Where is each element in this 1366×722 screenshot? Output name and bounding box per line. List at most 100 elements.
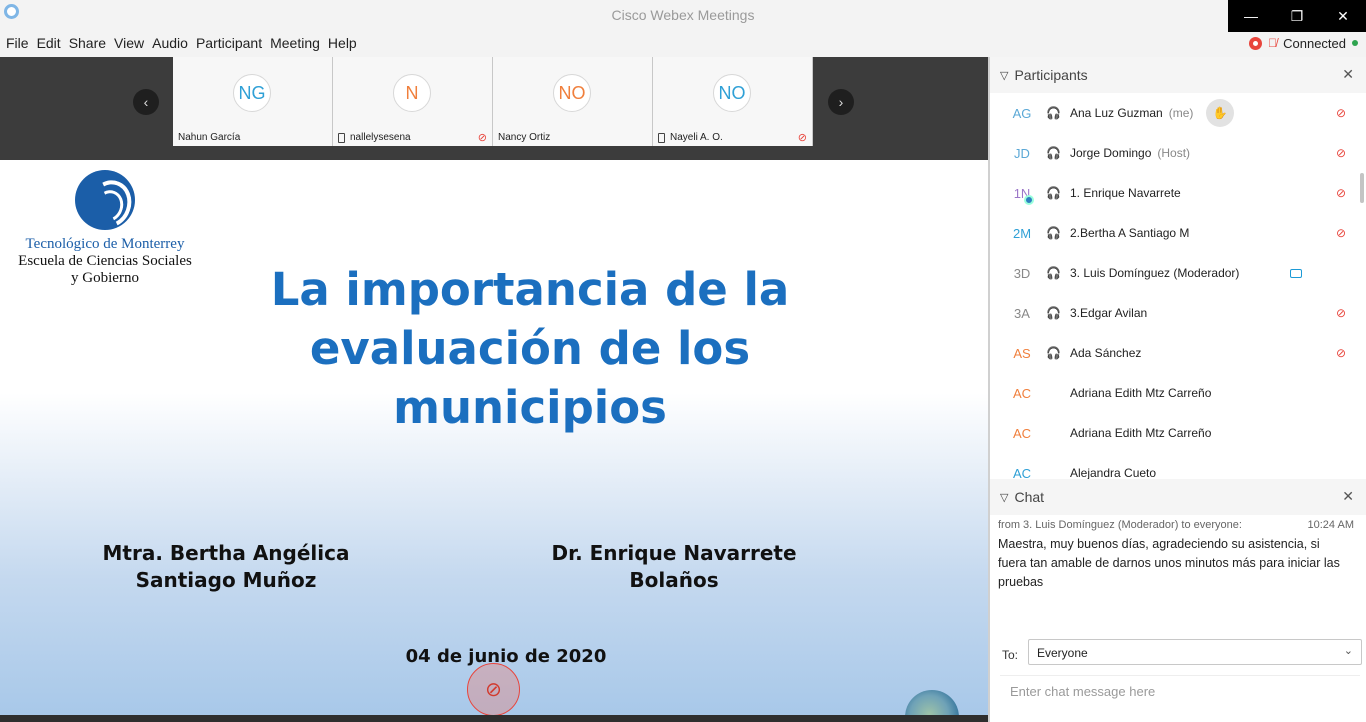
chat-message: Maestra, muy buenos días, agradeciendo s… bbox=[998, 537, 1340, 589]
participant-name: 3.Edgar Avilan bbox=[1070, 306, 1148, 320]
participant-name: 3. Luis Domínguez (Moderador) bbox=[1070, 266, 1240, 280]
author-2: Dr. Enrique Navarrete Bolaños bbox=[494, 540, 854, 594]
thumb-name-wrap: Nahun García bbox=[178, 132, 240, 143]
mic-muted-icon[interactable]: ⊘ bbox=[1336, 226, 1346, 240]
name-text: Jorge Domingo bbox=[1070, 146, 1152, 160]
menu-edit[interactable]: Edit bbox=[33, 32, 65, 54]
webex-window: Cisco Webex Meetings — ❐ ✕ File Edit Sha… bbox=[0, 0, 1366, 722]
headset-icon: 🎧 bbox=[1046, 346, 1061, 360]
participant-row[interactable]: AC Adriana Edith Mtz Carreño bbox=[990, 373, 1366, 413]
title-line1: La importancia de la bbox=[270, 263, 790, 316]
participant-row[interactable]: 3D 🎧 3. Luis Domínguez (Moderador) bbox=[990, 253, 1366, 293]
participant-name: Ana Luz Guzman (me) bbox=[1070, 106, 1193, 120]
video-thumb-2[interactable]: NO Nancy Ortiz bbox=[493, 57, 653, 146]
close-icon[interactable]: ✕ bbox=[1342, 488, 1354, 505]
menu-participant[interactable]: Participant bbox=[192, 32, 266, 54]
mic-muted-icon[interactable]: ⊘ bbox=[1336, 106, 1346, 120]
menu-meeting[interactable]: Meeting bbox=[266, 32, 324, 54]
chat-input[interactable]: Enter chat message here bbox=[1000, 675, 1360, 715]
chat-to-label: To: bbox=[1002, 648, 1019, 662]
headset-icon: 🎧 bbox=[1046, 186, 1061, 200]
menu-view[interactable]: View bbox=[110, 32, 148, 54]
avatar: AG bbox=[1012, 105, 1032, 121]
participant-row[interactable]: AG 🎧 Ana Luz Guzman (me) ✋ ⊘ bbox=[990, 93, 1366, 133]
logo-line2: Escuela de Ciencias Sociales bbox=[18, 253, 192, 269]
strip-next-button[interactable]: › bbox=[828, 89, 854, 115]
participants-header[interactable]: ▽ Participants ✕ bbox=[990, 57, 1366, 93]
participants-scrollbar[interactable] bbox=[1360, 173, 1364, 203]
title-line3: municipios bbox=[393, 381, 667, 434]
title-line2: evaluación de los bbox=[309, 322, 751, 375]
close-icon[interactable]: ✕ bbox=[1342, 66, 1354, 83]
chevron-down-icon[interactable]: ▽ bbox=[1000, 69, 1008, 82]
name-text: Ana Luz Guzman bbox=[1070, 106, 1163, 120]
author-1: Mtra. Bertha Angélica Santiago Muñoz bbox=[46, 540, 406, 594]
video-thumb-1[interactable]: N nallelysesena ⊘ bbox=[333, 57, 493, 146]
participant-row[interactable]: AS 🎧 Ada Sánchez ⊘ bbox=[990, 333, 1366, 373]
slide-bottom-bar bbox=[0, 715, 988, 722]
participant-row[interactable]: AC Alejandra Cueto bbox=[990, 453, 1366, 480]
logo-line3: y Gobierno bbox=[71, 270, 139, 286]
participants-title: Participants bbox=[1014, 67, 1088, 83]
tec-logo: Tecnológico de Monterrey Escuela de Cien… bbox=[10, 170, 200, 287]
participants-list: AG 🎧 Ana Luz Guzman (me) ✋ ⊘ JD 🎧 Jorge D… bbox=[990, 93, 1366, 479]
chevron-down-icon[interactable]: ▽ bbox=[1000, 491, 1008, 504]
chat-message-meta: from 3. Luis Domínguez (Moderador) to ev… bbox=[998, 519, 1354, 531]
thumb-name: Nancy Ortiz bbox=[498, 132, 551, 143]
thumb-avatar: NO bbox=[713, 74, 751, 112]
participant-name: Ada Sánchez bbox=[1070, 346, 1142, 360]
raise-hand-button[interactable]: ✋ bbox=[1206, 99, 1234, 127]
mic-muted-icon: ⊘ bbox=[477, 132, 487, 144]
chat-header[interactable]: ▽ Chat ✕ bbox=[990, 479, 1366, 515]
floating-mute-button[interactable]: ⊘ bbox=[467, 663, 520, 715]
minimize-button[interactable]: — bbox=[1228, 0, 1274, 32]
menu-audio[interactable]: Audio bbox=[148, 32, 192, 54]
mic-muted-icon: 🎙̸ bbox=[1268, 36, 1278, 50]
window-title: Cisco Webex Meetings bbox=[611, 7, 755, 23]
menu-file[interactable]: File bbox=[2, 32, 33, 54]
meeting-stage: ‹ › NG Nahun García N nallelysesena ⊘ NO… bbox=[0, 57, 988, 722]
slide-date: 04 de junio de 2020 bbox=[405, 646, 607, 667]
chat-time: 10:24 AM bbox=[1307, 519, 1354, 531]
participant-row[interactable]: 3A 🎧 3.Edgar Avilan ⊘ bbox=[990, 293, 1366, 333]
strip-prev-button[interactable]: ‹ bbox=[133, 89, 159, 115]
recording-icon[interactable] bbox=[1249, 36, 1263, 50]
participant-row[interactable]: 1N 🎧 1. Enrique Navarrete ⊘ bbox=[990, 173, 1366, 213]
chat-sender: from 3. Luis Domínguez (Moderador) to ev… bbox=[998, 519, 1242, 531]
chat-recipient-select[interactable]: Everyone ⌄ bbox=[1028, 639, 1362, 665]
avatar: 3A bbox=[1014, 305, 1030, 321]
mic-muted-icon[interactable]: ⊘ bbox=[1336, 186, 1346, 200]
thumb-name: Nahun García bbox=[178, 132, 241, 143]
author1-line2: Santiago Muñoz bbox=[135, 568, 317, 592]
restore-button[interactable]: ❐ bbox=[1274, 0, 1320, 32]
self-video-preview[interactable] bbox=[905, 690, 959, 715]
avatar: AC bbox=[1012, 385, 1032, 401]
phone-icon bbox=[338, 132, 345, 143]
role-text: (Host) bbox=[1157, 146, 1191, 160]
side-panels: ▽ Participants ✕ AG 🎧 Ana Luz Guzman (me)… bbox=[988, 57, 1366, 722]
participant-row[interactable]: JD 🎧 Jorge Domingo (Host) ⊘ bbox=[990, 133, 1366, 173]
logo-line1: Tecnológico de Monterrey bbox=[25, 236, 185, 252]
author2-line1: Dr. Enrique Navarrete bbox=[551, 541, 797, 565]
mic-muted-icon[interactable]: ⊘ bbox=[1336, 306, 1346, 320]
phone-icon bbox=[658, 132, 665, 143]
participant-name: Adriana Edith Mtz Carreño bbox=[1070, 426, 1212, 440]
participant-name: 2.Bertha A Santiago M bbox=[1070, 226, 1190, 240]
thumb-name-wrap: nallelysesena bbox=[338, 132, 411, 143]
video-thumb-0[interactable]: NG Nahun García bbox=[173, 57, 333, 146]
close-button[interactable]: ✕ bbox=[1320, 0, 1366, 32]
menu-share[interactable]: Share bbox=[65, 32, 110, 54]
mic-muted-icon: ⊘ bbox=[485, 679, 502, 701]
participant-row[interactable]: AC Adriana Edith Mtz Carreño bbox=[990, 413, 1366, 453]
video-thumb-3[interactable]: NO Nayeli A. O. ⊘ bbox=[653, 57, 813, 146]
avatar: JD bbox=[1014, 145, 1030, 161]
headset-icon: 🎧 bbox=[1046, 306, 1061, 320]
thumb-name-wrap: Nancy Ortiz bbox=[498, 132, 550, 143]
mic-muted-icon[interactable]: ⊘ bbox=[1336, 146, 1346, 160]
video-camera-icon[interactable] bbox=[1290, 268, 1302, 278]
menu-help[interactable]: Help bbox=[324, 32, 361, 54]
status-icon bbox=[1024, 195, 1034, 205]
participant-row[interactable]: 2M 🎧 2.Bertha A Santiago M ⊘ bbox=[990, 213, 1366, 253]
mic-muted-icon[interactable]: ⊘ bbox=[1336, 346, 1346, 360]
thumb-avatar: N bbox=[393, 74, 431, 112]
